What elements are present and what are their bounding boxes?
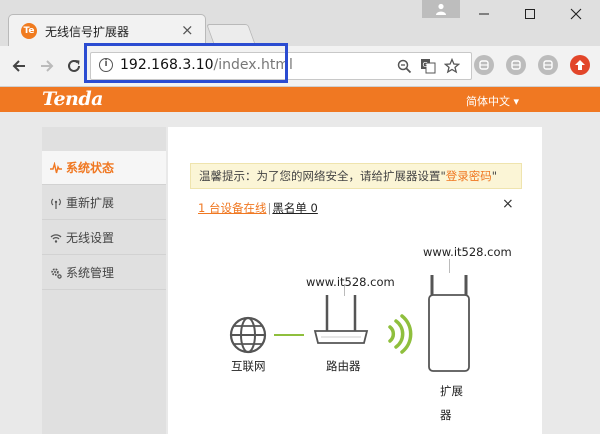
tenda-logo: Tenda (42, 88, 103, 110)
sidebar-item-system-management[interactable]: 系统管理 (42, 256, 166, 290)
wifi-icon (50, 232, 62, 244)
maximize-button[interactable] (510, 2, 550, 26)
extender-label-line2: 器 (440, 408, 452, 422)
router-admin-page: Tenda 简体中文 ▾ 系统状态 重新扩展 无线设置 系统管理 温馨提示：为了… (0, 87, 600, 434)
url-highlight-box (84, 43, 288, 83)
extender-ssid: www.it528.com (423, 245, 512, 259)
globe-icon (229, 316, 267, 354)
svg-text:G: G (423, 61, 428, 69)
router-icon (313, 295, 369, 344)
page-header: Tenda 简体中文 ▾ (0, 87, 600, 112)
internet-label: 互联网 (231, 359, 266, 373)
person-icon (436, 3, 446, 15)
browser-titlebar: Te 无线信号扩展器 × (0, 0, 600, 47)
extension-button-2[interactable] (506, 55, 526, 75)
back-arrow-icon (12, 60, 25, 72)
set-password-link[interactable]: 登录密码 (446, 169, 492, 183)
close-icon (570, 8, 582, 20)
sidebar-item-wireless-settings[interactable]: 无线设置 (42, 221, 166, 255)
extension-button-1[interactable] (474, 55, 494, 75)
close-icon[interactable]: × (502, 196, 514, 212)
wireless-signal-icon (388, 314, 413, 354)
minimize-icon (479, 13, 489, 15)
star-icon[interactable] (443, 57, 461, 75)
sidebar: 系统状态 重新扩展 无线设置 系统管理 (42, 127, 166, 434)
router-label: 路由器 (326, 359, 361, 373)
security-notice: 温馨提示：为了您的网络安全，请给扩展器设置"登录密码" (190, 163, 522, 189)
translate-icon[interactable]: G (419, 57, 437, 75)
update-arrow-icon (575, 60, 585, 70)
extension-icon (511, 60, 521, 70)
extender-ssid-connector (449, 259, 450, 273)
pulse-icon (50, 161, 62, 174)
new-tab-button[interactable] (206, 24, 256, 45)
reload-button[interactable] (63, 55, 85, 77)
router-ssid: www.it528.com (306, 275, 395, 289)
sidebar-item-re-extend[interactable]: 重新扩展 (42, 186, 166, 220)
maximize-icon (525, 9, 535, 19)
close-window-button[interactable] (556, 2, 596, 26)
language-selector[interactable]: 简体中文 ▾ (466, 93, 519, 109)
zoom-out-icon[interactable] (395, 57, 413, 75)
profile-button[interactable] (422, 0, 460, 18)
tab-title: 无线信号扩展器 (45, 25, 130, 39)
device-summary: 1 台设备在线|黑名单 0 (198, 201, 318, 215)
extension-button-3[interactable] (538, 55, 558, 75)
extension-icon (543, 60, 553, 70)
wired-link-line (274, 334, 304, 336)
blacklist-link[interactable]: 黑名单 0 (272, 201, 317, 215)
sidebar-item-system-status[interactable]: 系统状态 (42, 151, 166, 185)
forward-arrow-icon (41, 60, 54, 72)
extender-label-line1: 扩展 (440, 384, 463, 398)
tab-close-icon[interactable]: × (181, 21, 194, 39)
signal-icon (50, 197, 62, 209)
tenda-favicon-icon: Te (21, 23, 37, 39)
extender-device-icon (428, 275, 470, 372)
online-devices-link[interactable]: 1 台设备在线 (198, 201, 266, 215)
forward-button[interactable] (36, 55, 58, 77)
extension-icon (479, 60, 489, 70)
gear-icon (50, 267, 62, 279)
update-button[interactable] (570, 55, 590, 75)
back-button[interactable] (8, 55, 30, 77)
minimize-button[interactable] (464, 2, 504, 26)
reload-icon (68, 59, 80, 72)
main-content: 温馨提示：为了您的网络安全，请给扩展器设置"登录密码" 1 台设备在线|黑名单 … (168, 127, 542, 434)
